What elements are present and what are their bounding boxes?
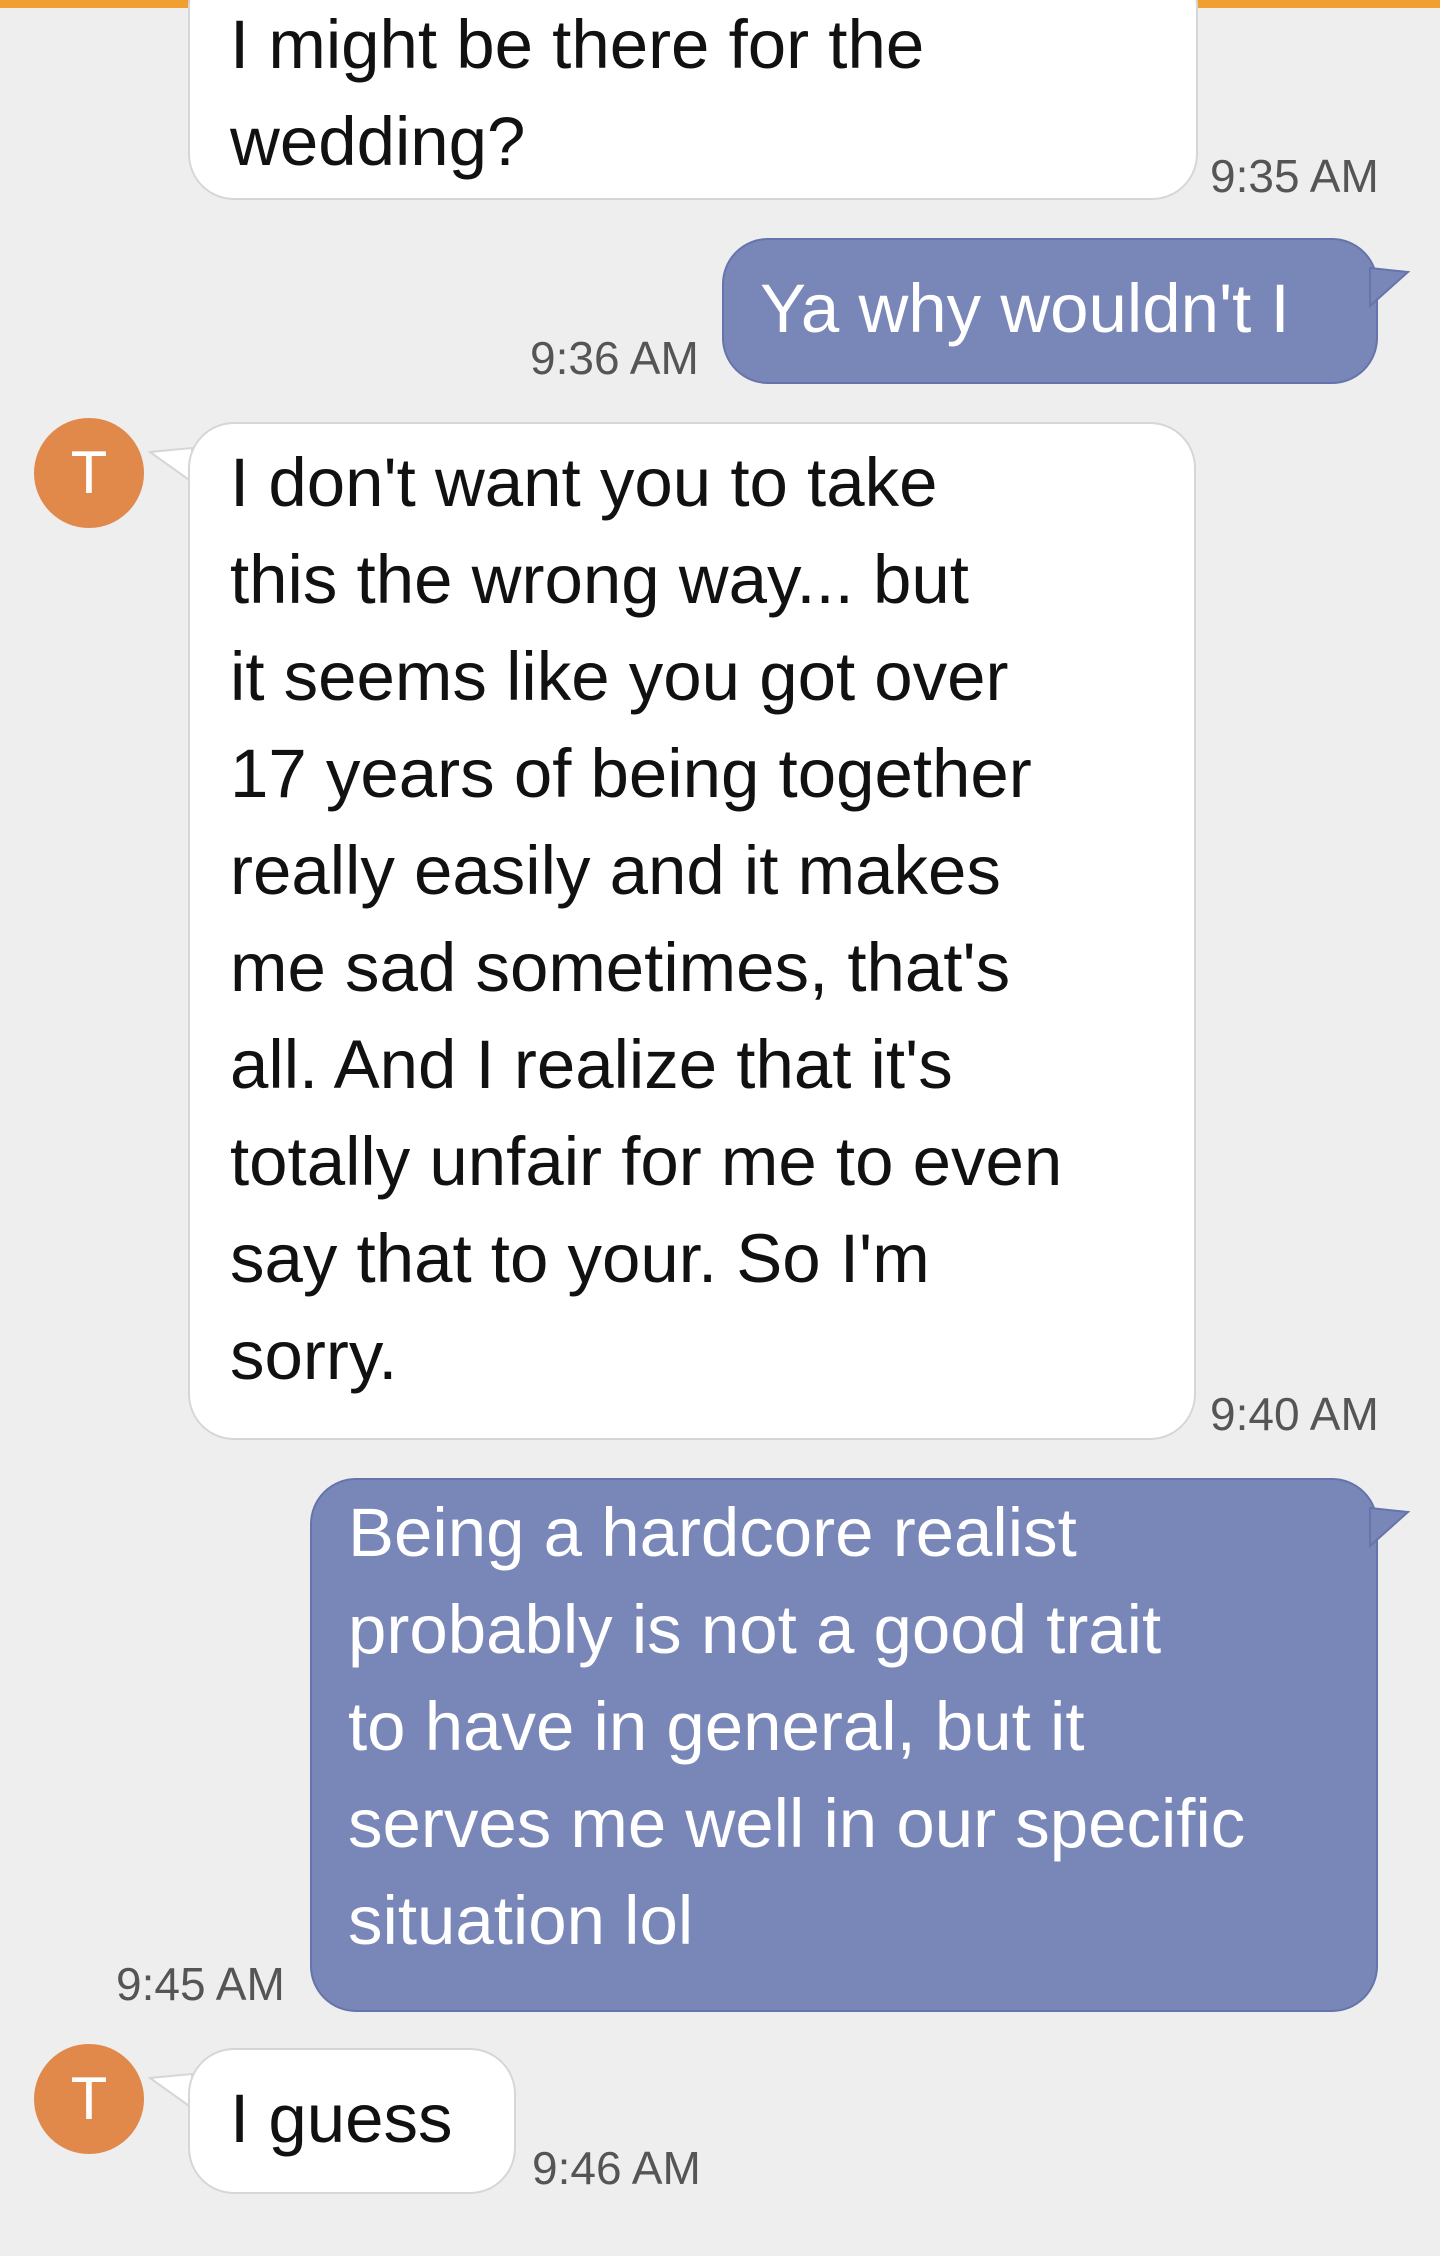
message-bubble-outgoing[interactable]: Ya why wouldn't I bbox=[722, 238, 1378, 384]
bubble-tail-outgoing bbox=[1369, 266, 1411, 309]
message-timestamp: 9:40 AM bbox=[1210, 1388, 1379, 1440]
message-bubble-incoming[interactable]: I don't want you to take this the wrong … bbox=[188, 422, 1196, 1440]
message-timestamp: 9:46 AM bbox=[532, 2142, 701, 2194]
bubble-tail-outgoing bbox=[1369, 1506, 1411, 1549]
contact-avatar[interactable]: T bbox=[34, 2044, 144, 2154]
contact-avatar[interactable]: T bbox=[34, 418, 144, 528]
message-bubble-outgoing[interactable]: Being a hardcore realist probably is not… bbox=[310, 1478, 1378, 2012]
message-timestamp: 9:45 AM bbox=[116, 1958, 285, 2010]
message-timestamp: 9:36 AM bbox=[530, 332, 699, 384]
message-timestamp: 9:35 AM bbox=[1210, 150, 1379, 202]
message-bubble-incoming[interactable]: I guess bbox=[188, 2048, 516, 2194]
message-bubble-incoming[interactable]: I might be there for the wedding? bbox=[188, 0, 1198, 200]
